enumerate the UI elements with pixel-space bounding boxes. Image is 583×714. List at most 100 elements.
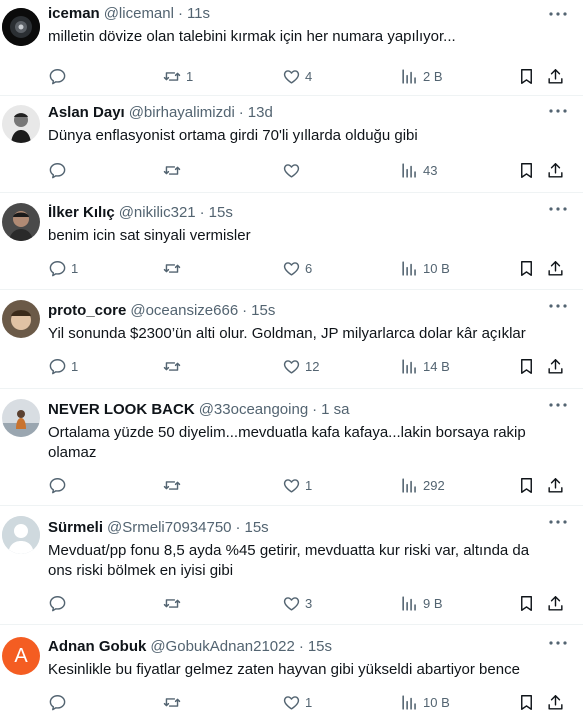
timestamp[interactable]: 15s bbox=[245, 518, 269, 538]
more-icon[interactable] bbox=[547, 296, 569, 316]
retweet-button[interactable] bbox=[162, 258, 186, 278]
tweet[interactable]: proto_core @oceansize666 · 15s Yil sonun… bbox=[0, 290, 583, 389]
user-handle[interactable]: @oceansize666 bbox=[130, 301, 238, 321]
tweet-text: milletin dövize olan talebini kırmak içi… bbox=[48, 28, 456, 45]
reply-button[interactable]: 1 bbox=[48, 356, 78, 376]
tweet[interactable]: İlker Kılıç @nikilic321 · 15s benim icin… bbox=[0, 193, 583, 290]
views-count: 10 B bbox=[423, 694, 450, 710]
avatar[interactable]: A bbox=[2, 637, 40, 675]
display-name[interactable]: Adnan Gobuk bbox=[48, 637, 146, 657]
timestamp[interactable]: 15s bbox=[251, 301, 275, 321]
bookmark-icon bbox=[517, 693, 536, 712]
share-button[interactable] bbox=[546, 692, 565, 712]
bookmark-button[interactable] bbox=[517, 475, 536, 495]
views-button[interactable]: 10 B bbox=[400, 258, 450, 278]
display-name[interactable]: proto_core bbox=[48, 301, 126, 321]
retweet-button[interactable] bbox=[162, 692, 186, 712]
like-button[interactable]: 1 bbox=[282, 475, 312, 495]
retweet-icon bbox=[162, 357, 182, 376]
tweet[interactable]: Sürmeli @Srmeli70934750 · 15s Mevduat/pp… bbox=[0, 506, 583, 625]
tweet[interactable]: A Adnan Gobuk @GobukAdnan21022 · 15s Kes… bbox=[0, 625, 583, 714]
reply-count: 1 bbox=[71, 358, 79, 374]
share-button[interactable] bbox=[546, 356, 565, 376]
avatar[interactable] bbox=[2, 300, 40, 338]
display-name[interactable]: Sürmeli bbox=[48, 518, 103, 538]
more-icon[interactable] bbox=[547, 395, 569, 415]
reply-button[interactable] bbox=[48, 160, 71, 180]
bookmark-button[interactable] bbox=[517, 160, 536, 180]
user-handle[interactable]: @Srmeli70934750 bbox=[107, 518, 231, 538]
display-name[interactable]: NEVER LOOK BACK bbox=[48, 400, 195, 420]
share-button[interactable] bbox=[546, 66, 565, 86]
reply-button[interactable] bbox=[48, 692, 71, 712]
share-button[interactable] bbox=[546, 160, 565, 180]
timestamp[interactable]: 15s bbox=[308, 637, 332, 657]
views-button[interactable]: 2 B bbox=[400, 66, 443, 86]
more-icon[interactable] bbox=[547, 199, 569, 219]
more-icon[interactable] bbox=[547, 633, 569, 653]
user-handle[interactable]: @GobukAdnan21022 bbox=[150, 637, 295, 657]
tweet-text: Dünya enflasyonist ortama girdi 70'li yı… bbox=[48, 127, 418, 144]
avatar[interactable] bbox=[2, 203, 40, 241]
like-button[interactable]: 1 bbox=[282, 692, 312, 712]
share-button[interactable] bbox=[546, 475, 565, 495]
avatar[interactable] bbox=[2, 399, 40, 437]
retweet-button[interactable]: 1 bbox=[162, 66, 193, 86]
tweet[interactable]: Aslan Dayı @birhayalimizdi · 13d Dünya e… bbox=[0, 96, 583, 193]
avatar[interactable] bbox=[2, 516, 40, 554]
like-count: 6 bbox=[305, 260, 313, 276]
timestamp[interactable]: 15s bbox=[209, 203, 233, 223]
display-name[interactable]: Aslan Dayı bbox=[48, 103, 125, 123]
more-icon[interactable] bbox=[547, 512, 569, 532]
like-button[interactable]: 6 bbox=[282, 258, 312, 278]
like-icon bbox=[282, 693, 301, 712]
retweet-button[interactable] bbox=[162, 356, 186, 376]
avatar[interactable] bbox=[2, 105, 40, 143]
views-button[interactable]: 14 B bbox=[400, 356, 450, 376]
like-button[interactable]: 3 bbox=[282, 593, 312, 613]
share-button[interactable] bbox=[546, 258, 565, 278]
retweet-button[interactable] bbox=[162, 475, 186, 495]
timestamp[interactable]: 13d bbox=[248, 103, 273, 123]
timestamp[interactable]: 11s bbox=[187, 4, 210, 24]
reply-button[interactable] bbox=[48, 66, 71, 86]
display-name[interactable]: iceman bbox=[48, 4, 100, 24]
user-handle[interactable]: @nikilic321 bbox=[119, 203, 196, 223]
user-handle[interactable]: @birhayalimizdi bbox=[129, 103, 235, 123]
reply-button[interactable]: 1 bbox=[48, 258, 78, 278]
more-icon[interactable] bbox=[547, 101, 569, 121]
more-icon[interactable] bbox=[547, 4, 569, 24]
avatar[interactable] bbox=[2, 8, 40, 46]
like-button[interactable]: 12 bbox=[282, 356, 319, 376]
retweet-button[interactable] bbox=[162, 160, 186, 180]
reply-button[interactable] bbox=[48, 593, 71, 613]
bookmark-button[interactable] bbox=[517, 356, 536, 376]
retweet-button[interactable] bbox=[162, 593, 186, 613]
tweet[interactable]: iceman @licemanl · 11s milletin dövize o… bbox=[0, 0, 583, 96]
bookmark-button[interactable] bbox=[517, 66, 536, 86]
like-button[interactable] bbox=[282, 160, 305, 180]
like-icon bbox=[282, 259, 301, 278]
share-button[interactable] bbox=[546, 593, 565, 613]
bookmark-button[interactable] bbox=[517, 258, 536, 278]
tweet-text: Mevduat/pp fonu 8,5 ayda %45 getirir, me… bbox=[48, 542, 530, 579]
like-icon bbox=[282, 476, 301, 495]
like-button[interactable]: 4 bbox=[282, 66, 312, 86]
tweet[interactable]: NEVER LOOK BACK @33oceangoing · 1 sa Ort… bbox=[0, 389, 583, 506]
timestamp[interactable]: 1 sa bbox=[321, 400, 349, 420]
user-handle[interactable]: @licemanl bbox=[104, 4, 174, 24]
views-button[interactable]: 10 B bbox=[400, 692, 450, 712]
views-button[interactable]: 9 B bbox=[400, 593, 443, 613]
reply-button[interactable] bbox=[48, 475, 71, 495]
tweet-text: Kesinlikle bu fiyatlar gelmez zaten hayv… bbox=[48, 661, 520, 678]
action-bar: 43 bbox=[48, 160, 567, 180]
action-bar: 1 10 B bbox=[48, 692, 567, 712]
like-icon bbox=[282, 161, 301, 180]
display-name[interactable]: İlker Kılıç bbox=[48, 203, 115, 223]
tweet-header: iceman @licemanl · 11s bbox=[48, 4, 567, 24]
views-button[interactable]: 43 bbox=[400, 160, 437, 180]
bookmark-button[interactable] bbox=[517, 593, 536, 613]
bookmark-button[interactable] bbox=[517, 692, 536, 712]
user-handle[interactable]: @33oceangoing bbox=[199, 400, 308, 420]
views-button[interactable]: 292 bbox=[400, 475, 445, 495]
